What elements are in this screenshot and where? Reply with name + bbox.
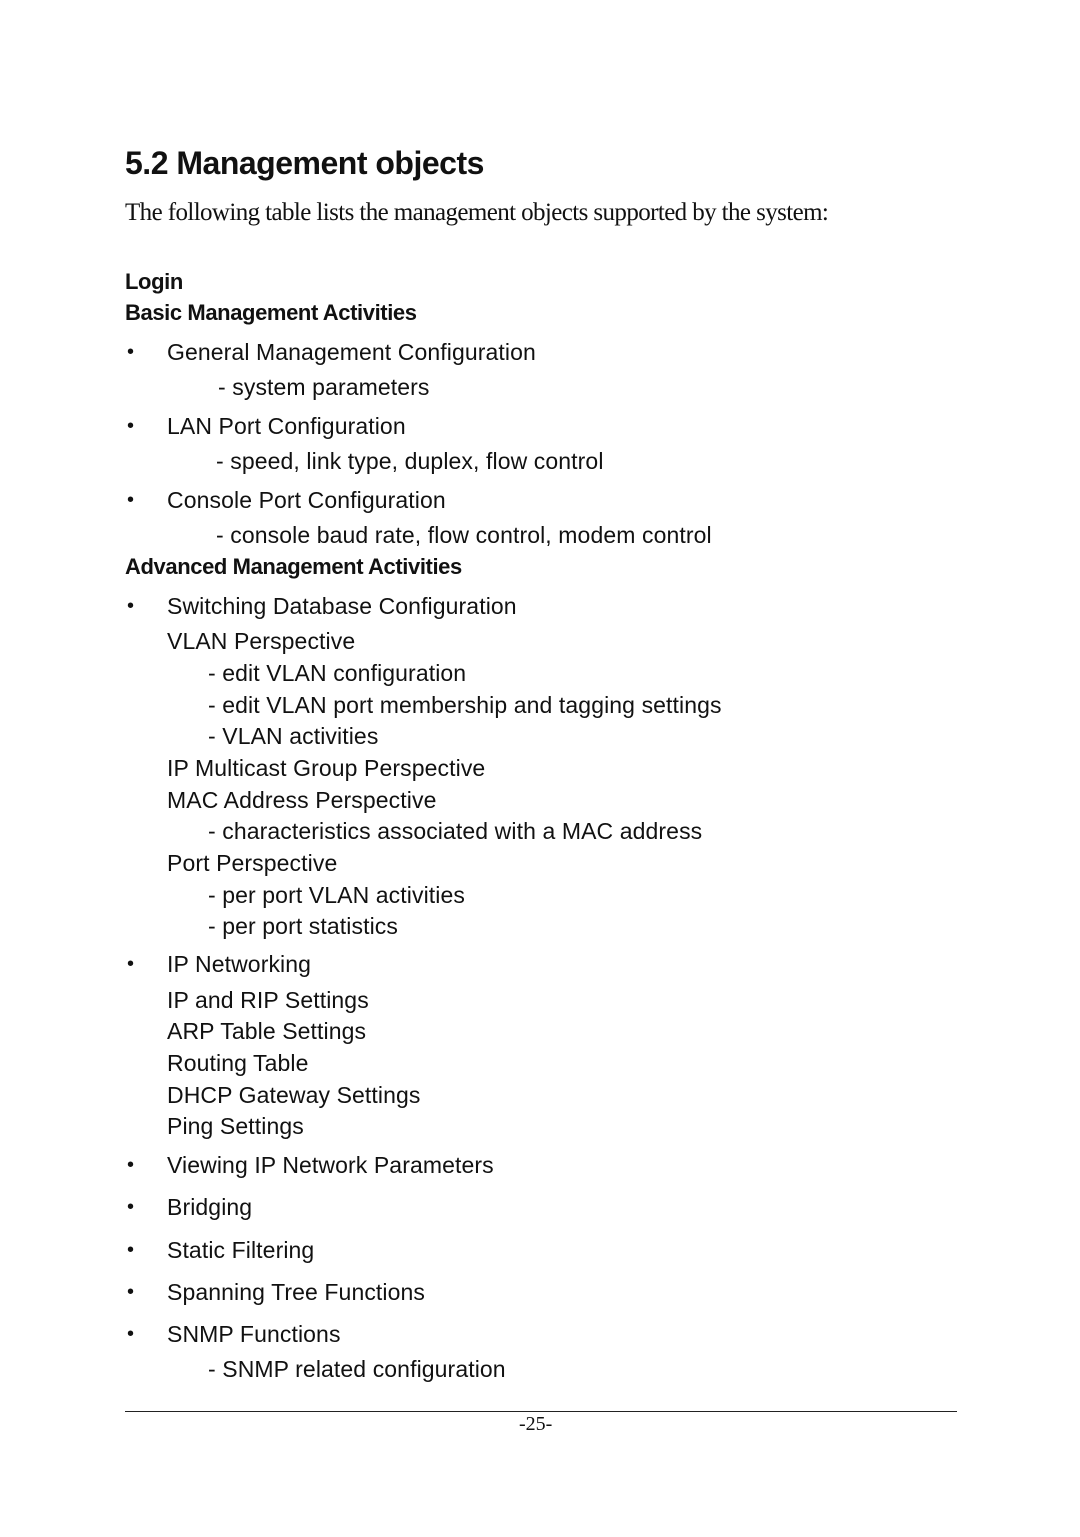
bullet-icon: • [127,1323,135,1345]
sub-item: Routing Table [167,1050,309,1076]
bullet-icon: • [127,595,135,617]
bullet-icon: • [127,1239,135,1261]
bullet-icon: • [127,1196,135,1218]
list-item: Static Filtering [167,1237,315,1263]
list-item: Bridging [167,1194,253,1220]
list-item: Console Port Configuration [167,487,446,513]
list-item-detail: - speed, link type, duplex, flow control [216,448,604,474]
list-item: SNMP Functions [167,1321,341,1347]
advanced-activities-heading: Advanced Management Activities [125,554,462,579]
sub-item: IP and RIP Settings [167,987,369,1013]
sub-item: ARP Table Settings [167,1018,367,1044]
list-item: General Management Configuration [167,339,536,365]
list-item-detail: - per port VLAN activities [208,882,465,908]
sub-item: DHCP Gateway Settings [167,1082,421,1108]
section-heading: 5.2 Management objects [125,145,484,181]
list-item-detail: - edit VLAN port membership and tagging … [208,692,722,718]
list-item: IP Networking [167,951,312,977]
footer-divider [125,1411,957,1412]
list-item-detail: - SNMP related configuration [208,1356,506,1382]
intro-paragraph: The following table lists the management… [125,199,829,226]
bullet-icon: • [127,341,135,363]
list-item-detail: - characteristics associated with a MAC … [208,818,703,844]
list-item-detail: - system parameters [218,374,430,400]
bullet-icon: • [127,1281,135,1303]
list-item: Viewing IP Network Parameters [167,1152,494,1178]
bullet-icon: • [127,489,135,511]
bullet-icon: • [127,1154,135,1176]
sub-item: VLAN Perspective [167,628,356,654]
login-heading: Login [125,269,183,294]
list-item-detail: - console baud rate, flow control, modem… [216,522,712,548]
basic-activities-heading: Basic Management Activities [125,300,417,325]
sub-item: Ping Settings [167,1113,304,1139]
list-item: Switching Database Configuration [167,593,517,619]
list-item-detail: - per port statistics [208,913,398,939]
page-number: -25- [519,1413,553,1435]
list-item-detail: - edit VLAN configuration [208,660,467,686]
list-item: Spanning Tree Functions [167,1279,426,1305]
bullet-icon: • [127,953,135,975]
sub-item: MAC Address Perspective [167,787,437,813]
bullet-icon: • [127,415,135,437]
sub-item: Port Perspective [167,850,338,876]
list-item-detail: - VLAN activities [208,723,379,749]
sub-item: IP Multicast Group Perspective [167,755,486,781]
list-item: LAN Port Configuration [167,413,406,439]
